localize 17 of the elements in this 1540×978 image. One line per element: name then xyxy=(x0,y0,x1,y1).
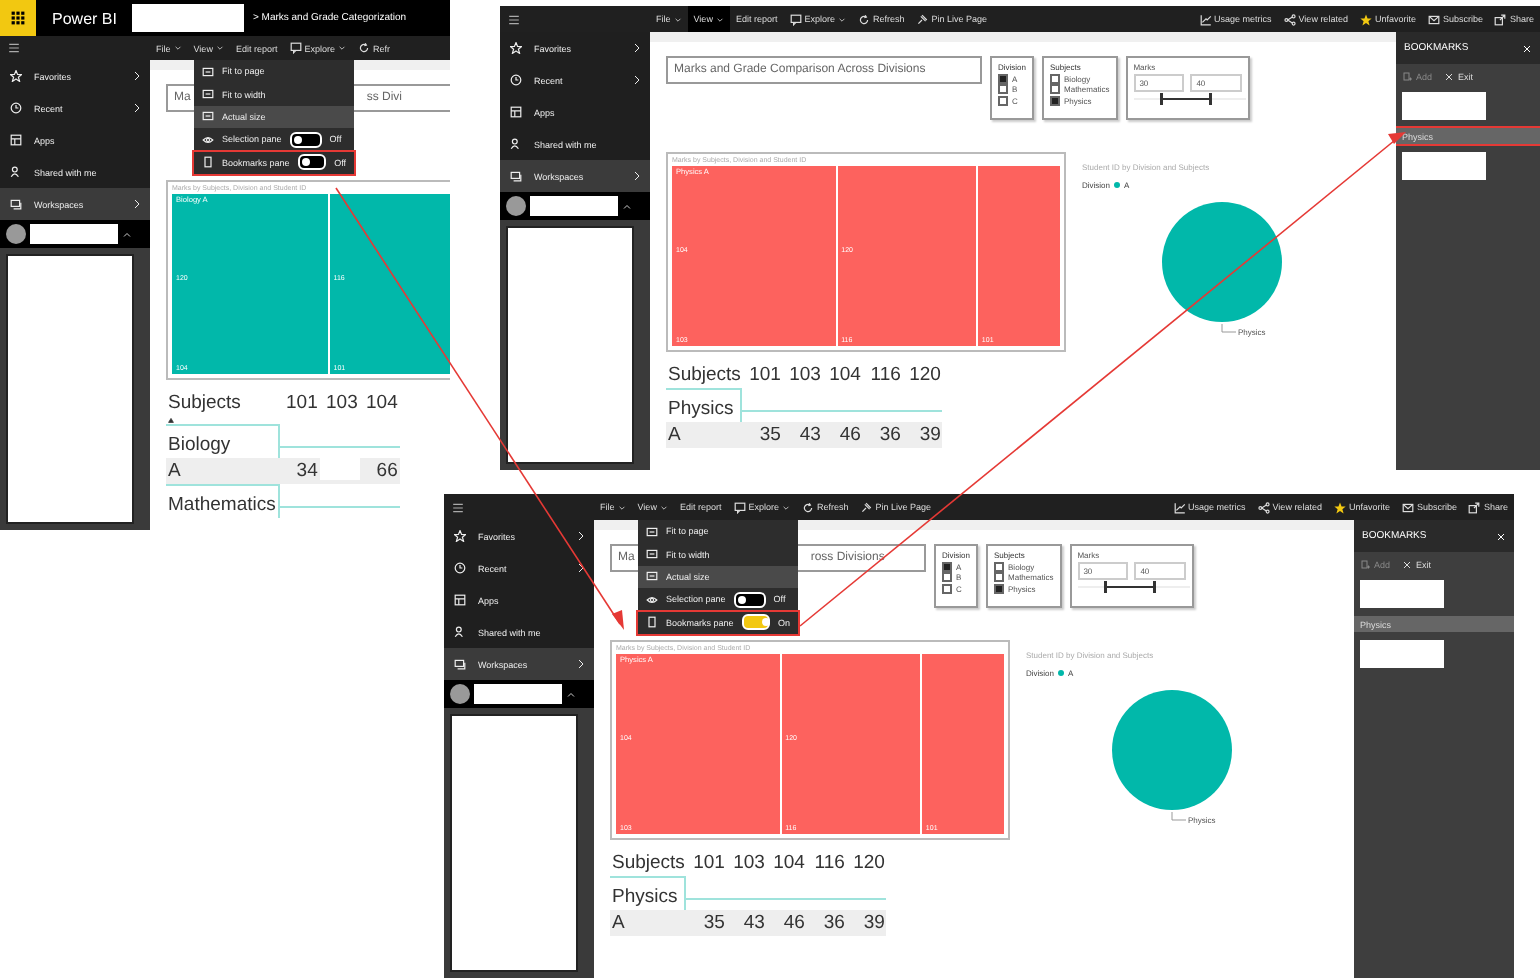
table-row-header: A xyxy=(666,422,743,448)
table-cell: 43 xyxy=(726,910,767,936)
table-cell: 34 xyxy=(279,458,320,484)
table-cell: 36 xyxy=(806,910,847,936)
table-cell: 43 xyxy=(782,422,823,448)
table-cell: 35 xyxy=(686,910,727,936)
table-cell: 46 xyxy=(822,422,863,448)
table-cell: 39 xyxy=(846,910,887,936)
table-cell: 46 xyxy=(766,910,807,936)
table-cell: 36 xyxy=(862,422,903,448)
table-cell: 39 xyxy=(902,422,943,448)
app-name: Power BI xyxy=(52,9,117,27)
table-group-cell: Mathematics xyxy=(166,484,280,518)
table-cell: 35 xyxy=(742,422,783,448)
table-row-header: A xyxy=(610,910,687,936)
table-cell: 66 xyxy=(359,458,400,484)
table-row-header: A xyxy=(166,458,280,484)
